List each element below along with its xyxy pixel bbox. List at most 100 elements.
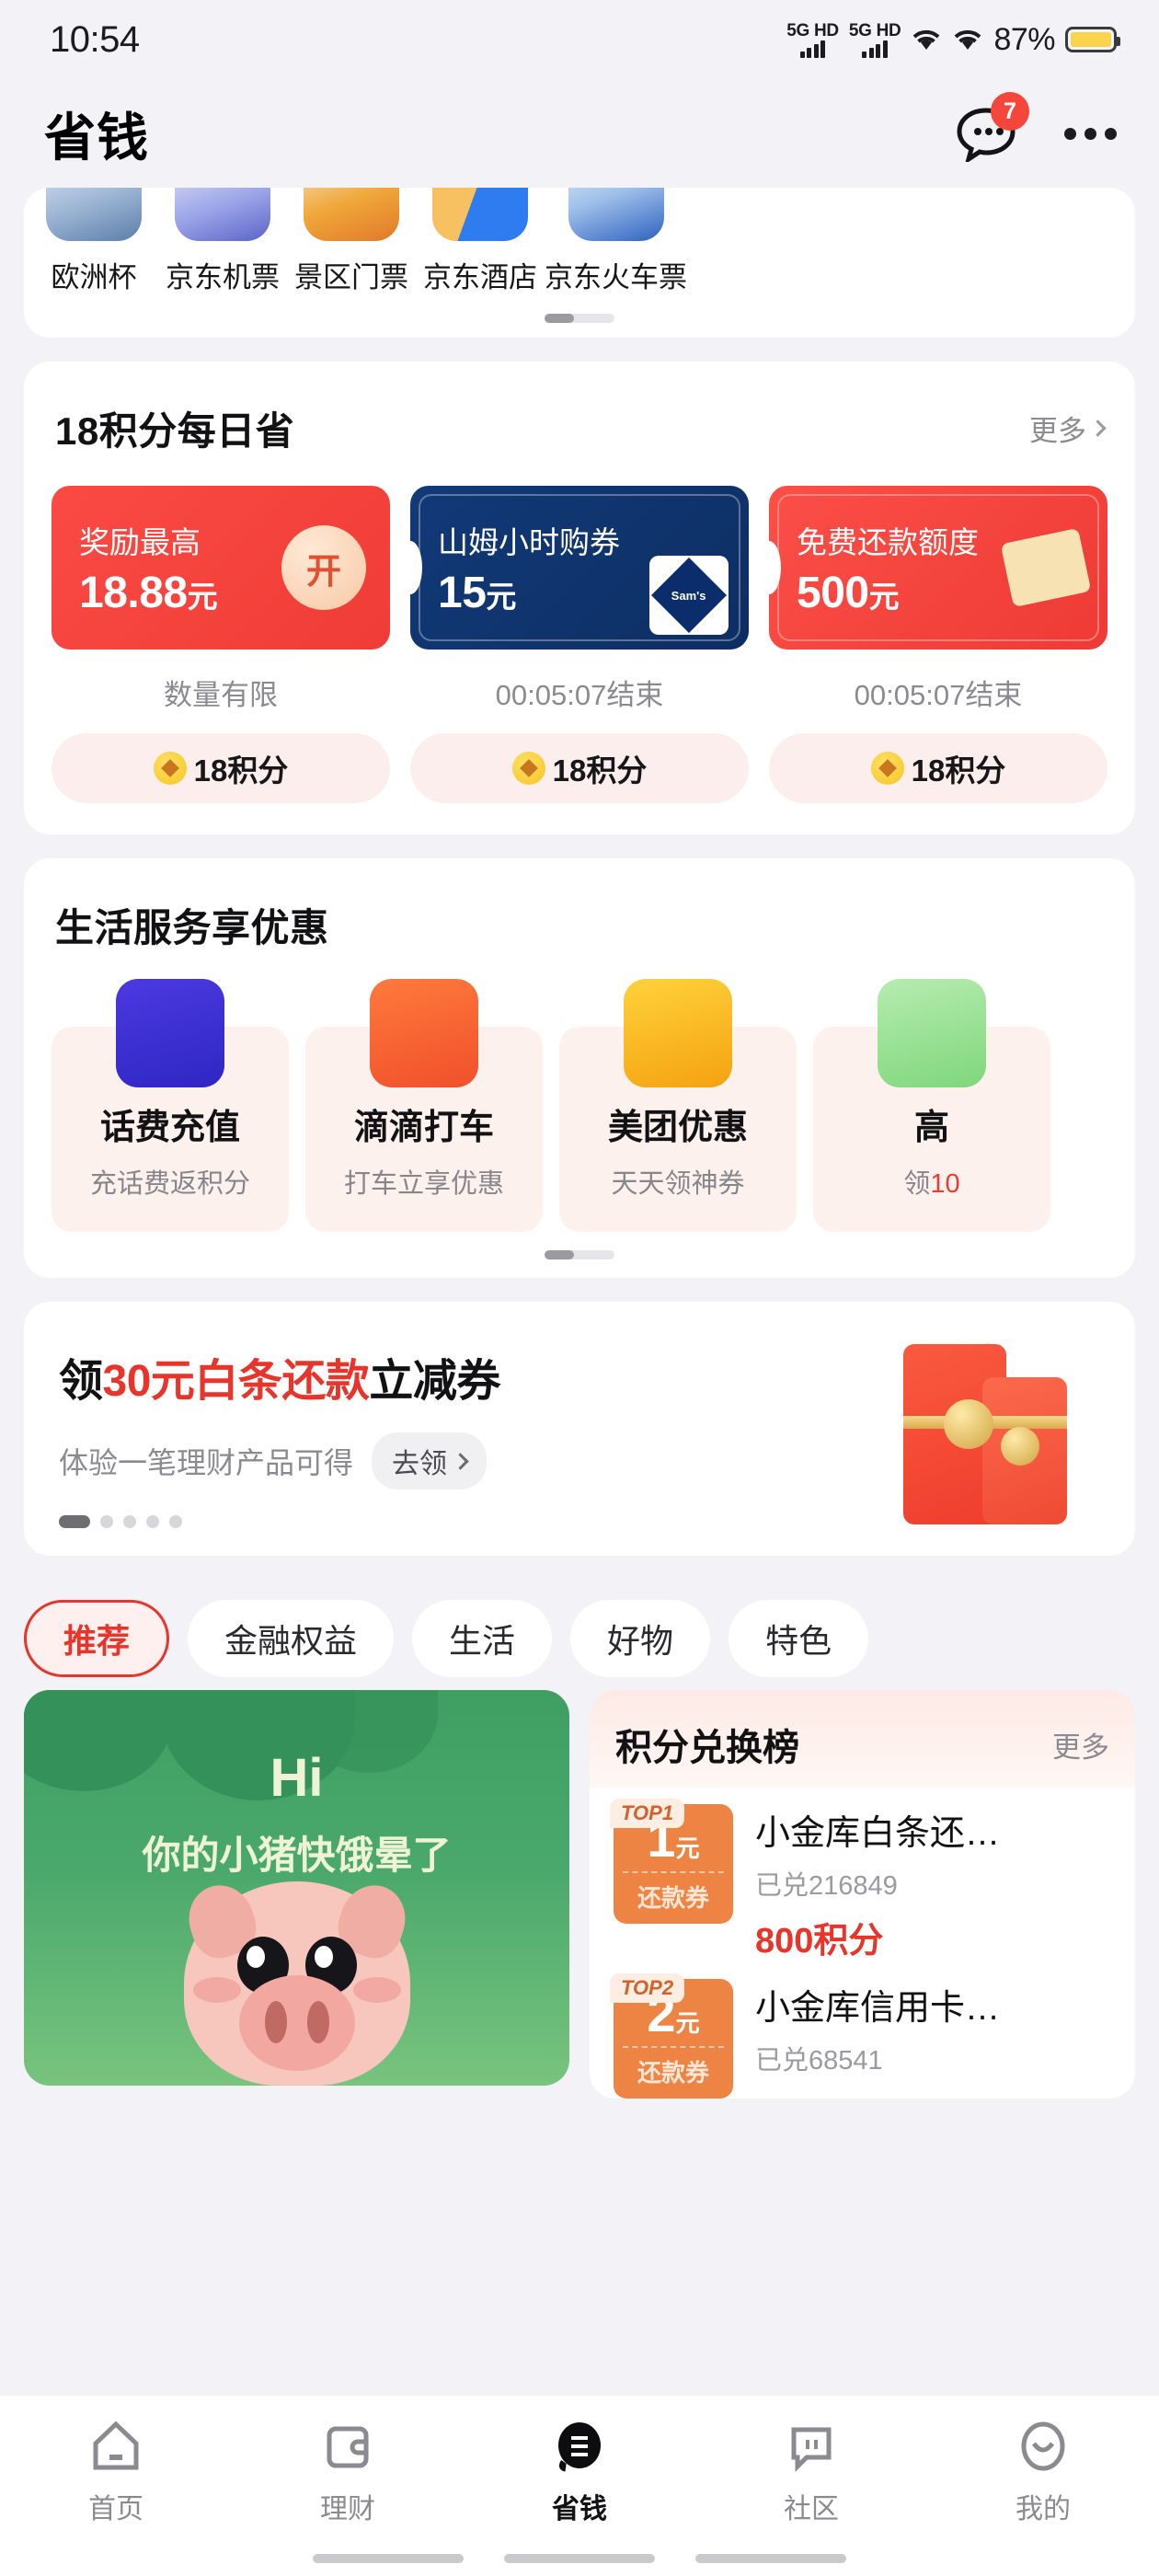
life-service-item[interactable]: 滴滴打车 打车立享优惠: [305, 979, 543, 1232]
feed-area: Hi 你的小猪快饿晕了 积分兑换榜 更多 TOP1 1元 还款券 小金库白条还… 已兑2…: [0, 1690, 1159, 2099]
status-bar-time: 10:54: [50, 18, 140, 60]
daily-points-more-button[interactable]: 更多: [1029, 408, 1107, 449]
coin-icon: [870, 752, 904, 785]
life-service-icon: [878, 979, 986, 1087]
nav-item-profile[interactable]: 我的: [927, 2418, 1159, 2526]
battery-percent-label: 87%: [993, 21, 1055, 57]
coupon-points-pill[interactable]: 18积分: [52, 733, 390, 803]
rank-list-item[interactable]: TOP2 2元 还款券 小金库信用卡… 已兑68541: [590, 1962, 1135, 2099]
coupon-points-label: 18积分: [911, 753, 1006, 788]
promo-cta-label: 去领: [392, 1449, 448, 1479]
life-service-sub: 天天领神券: [611, 1169, 745, 1199]
pig-game-card[interactable]: Hi 你的小猪快饿晕了: [24, 1690, 569, 2086]
quick-entry-label: 京东火车票: [545, 261, 687, 293]
life-service-item[interactable]: 高领10: [813, 979, 1050, 1232]
quick-entry-item[interactable]: 京东机票: [158, 188, 287, 295]
network-type-label-2: 5G HD: [848, 20, 901, 40]
carousel-dot[interactable]: [100, 1515, 113, 1528]
life-service-icon: [624, 979, 732, 1087]
nav-label-finance: 理财: [320, 2494, 375, 2524]
life-services-title: 生活服务享优惠: [55, 906, 329, 949]
life-service-sub-highlight: 10: [930, 1169, 960, 1199]
life-services-card: 生活服务享优惠 话费充值 充话费返积分 滴滴打车 打车立享优惠 美团优惠 天天领神券高领1…: [24, 858, 1135, 1278]
pig-card-greeting: Hi: [270, 1748, 324, 1808]
coupon-item[interactable]: 奖励最高 18.88元开数量有限 18积分: [52, 486, 390, 803]
home-icon: [93, 2421, 139, 2470]
status-bar-indicators: 5G HD 5G HD 87%: [786, 20, 1120, 58]
tab-3[interactable]: 好物: [570, 1600, 711, 1677]
coupon-amount: 15: [438, 568, 487, 617]
daily-points-header: 18积分每日省 更多: [24, 362, 1135, 466]
rank-list-item[interactable]: TOP1 1元 还款券 小金库白条还… 已兑216849 800积分: [590, 1788, 1135, 1962]
rank-item-redeemed: 已兑68541: [755, 2046, 883, 2076]
more-options-icon: [1064, 127, 1076, 140]
daily-points-title: 18积分每日省: [55, 409, 295, 453]
quick-entry-icon: [304, 188, 399, 241]
quick-entry-item[interactable]: 京东火车票: [545, 188, 687, 295]
nav-item-save[interactable]: 省钱: [464, 2418, 695, 2526]
life-service-item[interactable]: 话费充值 充话费返积分: [52, 979, 289, 1232]
quick-entry-item[interactable]: 欧洲杯: [29, 188, 158, 295]
carousel-dot[interactable]: [146, 1515, 159, 1528]
status-bar: 10:54 5G HD 5G HD 87%: [0, 0, 1159, 79]
life-service-item[interactable]: 美团优惠 天天领神券: [559, 979, 797, 1232]
quick-entry-row[interactable]: 欧洲杯 京东机票 景区门票 京东酒店 京东火车票: [24, 188, 1135, 295]
quick-entry-card: 欧洲杯 京东机票 景区门票 京东酒店 京东火车票: [24, 188, 1135, 338]
quick-entry-scrollbar[interactable]: [545, 314, 614, 323]
chat-button[interactable]: 7: [956, 92, 1029, 165]
rank-coupon-thumb: TOP1 1元 还款券: [610, 1799, 733, 1924]
tab-4[interactable]: 特色: [729, 1600, 869, 1677]
coupon-tile[interactable]: 免费还款额度 500元: [769, 486, 1107, 650]
nav-label-profile: 我的: [1016, 2494, 1071, 2524]
quick-entry-icon: [46, 188, 142, 241]
points-rank-card: 积分兑换榜 更多 TOP1 1元 还款券 小金库白条还… 已兑216849 800积分 TO…: [590, 1690, 1135, 2099]
nav-item-community[interactable]: 社区: [695, 2418, 927, 2526]
quick-entry-item[interactable]: 京东酒店: [416, 188, 545, 295]
quick-entry-label: 景区门票: [294, 261, 408, 293]
tab-0[interactable]: 推荐: [24, 1600, 170, 1677]
promo-banner[interactable]: 领30元白条还款立减券 体验一笔理财产品可得 去领: [24, 1302, 1135, 1556]
coupon-points-pill[interactable]: 18积分: [410, 733, 749, 803]
quick-entry-label: 京东酒店: [423, 261, 537, 293]
quick-entry-item[interactable]: 景区门票: [287, 188, 416, 295]
quick-entry-icon: [175, 188, 270, 241]
coupon-subtitle: 00:05:07结束: [495, 679, 664, 711]
coupon-subtitle: 数量有限: [164, 679, 278, 711]
coupon-points-pill[interactable]: 18积分: [769, 733, 1107, 803]
rank-item-name: 小金库白条还…: [755, 1814, 1001, 1853]
community-icon: [791, 2427, 832, 2473]
promo-carousel-dots[interactable]: [59, 1515, 898, 1528]
coupon-item[interactable]: 山姆小时购券 15元 Sam's 00:05:07结束 18积分: [410, 486, 749, 803]
nav-item-finance[interactable]: 理财: [232, 2418, 464, 2526]
rank-coupon-thumb: TOP2 2元 还款券: [610, 1973, 733, 2099]
signal-bars-icon-2: [862, 40, 888, 58]
coupon-subtitle: 00:05:07结束: [854, 679, 1023, 711]
rank-item-name: 小金库信用卡…: [755, 1989, 1001, 2028]
more-options-button[interactable]: [1064, 127, 1117, 140]
rank-tag: 还款券: [623, 2045, 724, 2088]
life-services-row[interactable]: 话费充值 充话费返积分 滴滴打车 打车立享优惠 美团优惠 天天领神券高领10: [24, 979, 1135, 1232]
bottom-navigation[interactable]: 首页 理财 省钱 社区 我的: [0, 2396, 1159, 2576]
nav-item-home[interactable]: 首页: [0, 2418, 232, 2526]
promo-cta-button[interactable]: 去领: [372, 1432, 488, 1489]
feed-column-left: Hi 你的小猪快饿晕了: [24, 1690, 569, 2099]
feed-column-right: 积分兑换榜 更多 TOP1 1元 还款券 小金库白条还… 已兑216849 800积分 TO…: [590, 1690, 1135, 2099]
life-service-title: 话费充值: [99, 1109, 240, 1147]
tab-1[interactable]: 金融权益: [188, 1600, 395, 1677]
points-rank-title: 积分兑换榜: [615, 1728, 799, 1768]
promo-title-highlight: 30元白条还款: [102, 1357, 370, 1406]
coupon-tile[interactable]: 山姆小时购券 15元 Sam's: [410, 486, 749, 650]
daily-points-coupon-list: 奖励最高 18.88元开数量有限 18积分 山姆小时购券 15元 Sam's 00:05:0…: [24, 466, 1135, 803]
carousel-dot[interactable]: [169, 1515, 182, 1528]
points-rank-list: TOP1 1元 还款券 小金库白条还… 已兑216849 800积分 TOP2 2元 还款券 小金…: [590, 1788, 1135, 2099]
category-tabs[interactable]: 推荐 金融权益 生活 好物 特色: [0, 1580, 1159, 1690]
points-rank-more-button[interactable]: 更多: [1052, 1724, 1109, 1765]
carousel-dot[interactable]: [59, 1515, 90, 1528]
coupon-tile[interactable]: 奖励最高 18.88元开: [52, 486, 390, 650]
promo-banner-card[interactable]: 领30元白条还款立减券 体验一笔理财产品可得 去领: [24, 1302, 1135, 1556]
coupon-item[interactable]: 免费还款额度 500元 00:05:07结束 18积分: [769, 486, 1107, 803]
tab-2[interactable]: 生活: [412, 1600, 553, 1677]
carousel-dot[interactable]: [123, 1515, 136, 1528]
life-services-scrollbar[interactable]: [545, 1250, 614, 1259]
profile-icon: [1021, 2421, 1065, 2471]
